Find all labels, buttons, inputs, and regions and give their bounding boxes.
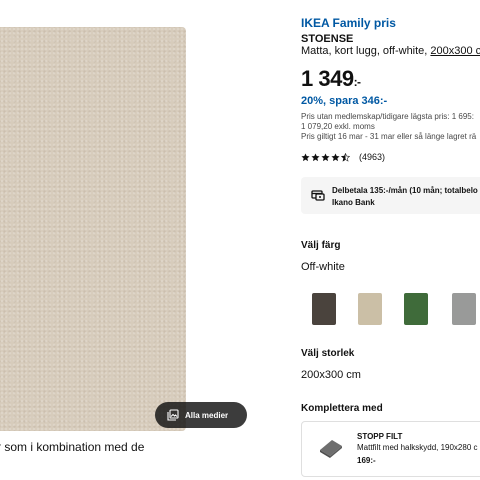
half-star-icon — [341, 152, 350, 162]
selected-size[interactable]: 200x300 cm — [301, 369, 361, 381]
price-suffix: :- — [353, 75, 362, 89]
description-text: r som i kombination med de — [0, 440, 145, 454]
all-media-label: Alla medier — [185, 410, 229, 420]
color-swatch-dark-grey[interactable] — [312, 293, 336, 325]
payment-card-icon — [311, 190, 325, 201]
star-icon — [311, 152, 320, 161]
family-price-label: IKEA Family pris — [301, 16, 396, 30]
installment-payment-box[interactable]: Delbetala 135:-/mån (10 mån; totalbelo I… — [301, 177, 480, 214]
size-section-label: Välj storlek — [301, 348, 355, 359]
star-icon — [321, 152, 330, 161]
price-main: 1 349 — [301, 66, 354, 91]
price-fineprint: Pris utan medlemskap/tidigare lägsta pri… — [301, 112, 476, 142]
complement-product-card[interactable]: STOPP FILT Mattfilt med halkskydd, 190x2… — [301, 421, 480, 477]
star-icon — [331, 152, 340, 161]
fineprint-line-3: Pris giltigt 16 mar - 31 mar eller så lä… — [301, 132, 477, 141]
complement-product-price: 169:- — [357, 456, 376, 465]
fineprint-line-2: 1 079,20 exkl. moms — [301, 122, 375, 131]
product-description-text: Matta, kort lugg, off-white, — [301, 45, 431, 57]
rug-pad-image — [320, 440, 342, 458]
product-description: Matta, kort lugg, off-white, 200x300 c — [301, 45, 480, 57]
complement-product-name: STOPP FILT — [357, 432, 403, 441]
product-name: STOENSE — [301, 33, 354, 45]
color-swatch-green[interactable] — [404, 293, 428, 325]
star-icon — [301, 152, 310, 161]
color-swatch-off-white[interactable] — [358, 293, 382, 325]
price: 1 349:- — [301, 66, 361, 92]
complement-section-label: Komplettera med — [301, 403, 383, 414]
color-section-label: Välj färg — [301, 240, 341, 251]
installment-line-2: Ikano Bank — [332, 198, 375, 207]
gallery-icon — [167, 409, 179, 421]
all-media-button[interactable]: Alla medier — [155, 402, 247, 428]
savings-text: 20%, spara 346:- — [301, 95, 388, 107]
product-info-panel: IKEA Family pris STOENSE Matta, kort lug… — [301, 0, 480, 480]
rating-count: (4963) — [359, 152, 386, 162]
complement-product-description: Mattfilt med halkskydd, 190x280 c — [357, 443, 478, 452]
product-image-rug[interactable] — [0, 27, 186, 431]
rating[interactable]: (4963) — [301, 152, 385, 162]
installment-text: Delbetala 135:-/mån (10 mån; totalbelo I… — [332, 185, 478, 209]
installment-line-1: Delbetala 135:-/mån (10 mån; totalbelo — [332, 186, 478, 195]
color-swatch-grey[interactable] — [452, 293, 476, 325]
selected-color: Off-white — [301, 261, 345, 273]
product-size-link[interactable]: 200x300 c — [430, 45, 480, 57]
fineprint-line-1: Pris utan medlemskap/tidigare lägsta pri… — [301, 112, 474, 121]
